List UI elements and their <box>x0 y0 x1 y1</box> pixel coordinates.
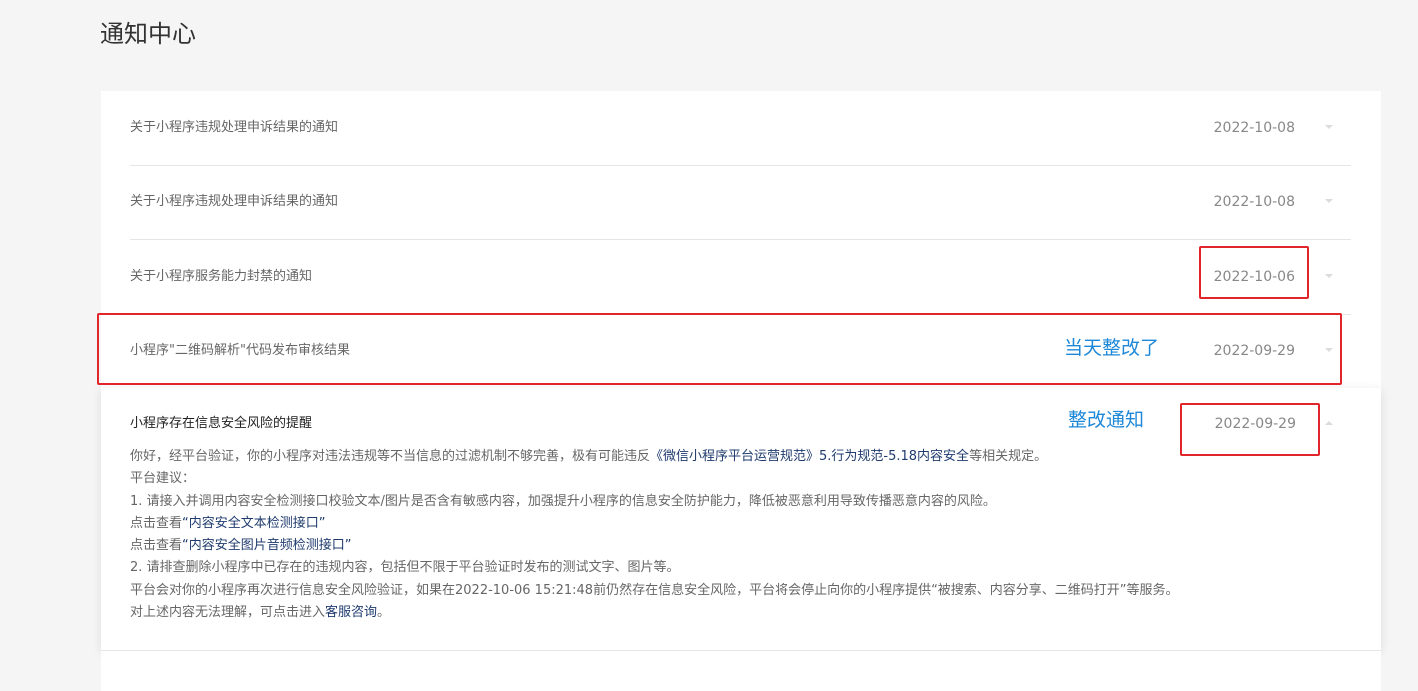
chevron-down-icon[interactable] <box>1325 125 1333 129</box>
image-audio-check-api-link[interactable]: “内容安全图片音频检测接口” <box>182 538 351 553</box>
text-check-api-link[interactable]: “内容安全文本检测接口” <box>182 516 325 531</box>
body-text: 你好，经平台验证，你的小程序对违法违规等不当信息的过滤机制不够完善，极有可能违反 <box>130 449 651 464</box>
chevron-down-icon[interactable] <box>1325 274 1333 278</box>
notice-title: 关于小程序违规处理申诉结果的通知 <box>130 120 339 135</box>
notice-title: 关于小程序违规处理申诉结果的通知 <box>130 194 339 209</box>
body-line: 对上述内容无法理解，可点击进入客服咨询。 <box>130 602 1360 624</box>
body-line: 2. 请排查删除小程序中已存在的违规内容，包括但不限于平台验证时发布的测试文字、… <box>130 560 680 576</box>
annotation-box-date <box>1199 246 1309 299</box>
annotation-box-date <box>1180 403 1320 456</box>
notice-title: 关于小程序服务能力封禁的通知 <box>130 269 313 284</box>
notice-row-1[interactable]: 关于小程序违规处理申诉结果的通知 2022-10-08 <box>130 91 1351 166</box>
body-line: 你好，经平台验证，你的小程序对违法违规等不当信息的过滤机制不够完善，极有可能违反… <box>130 446 1360 468</box>
body-text: 等相关规定。 <box>969 449 1048 464</box>
notice-date: 2022-10-08 <box>1213 194 1295 210</box>
notice-row-2[interactable]: 关于小程序违规处理申诉结果的通知 2022-10-08 <box>130 165 1351 240</box>
customer-service-link[interactable]: 客服咨询 <box>325 605 377 620</box>
chevron-down-icon[interactable] <box>1325 199 1333 203</box>
body-line: 点击查看“内容安全文本检测接口” <box>130 513 1360 535</box>
notice-body: 你好，经平台验证，你的小程序对违法违规等不当信息的过滤机制不够完善，极有可能违反… <box>130 446 1360 624</box>
annotation-note: 整改通知 <box>1068 409 1145 431</box>
page-title: 通知中心 <box>100 20 196 48</box>
notice-date: 2022-10-08 <box>1213 120 1295 136</box>
body-text: 。 <box>377 605 391 621</box>
body-line: 平台建议： <box>130 471 196 487</box>
body-text: 点击查看 <box>130 515 183 531</box>
body-line: 点击查看“内容安全图片音频检测接口” <box>130 535 1360 557</box>
notice-title: 小程序存在信息安全风险的提醒 <box>130 416 313 431</box>
notice-row-next[interactable] <box>101 650 1381 681</box>
annotation-note: 当天整改了 <box>1064 337 1160 359</box>
notice-row-3[interactable]: 关于小程序服务能力封禁的通知 2022-10-06 <box>130 240 1351 315</box>
chevron-up-icon[interactable] <box>1325 421 1333 425</box>
body-text: 对上述内容无法理解，可点击进入 <box>130 605 326 621</box>
body-text: 点击查看 <box>130 538 183 554</box>
regulation-link[interactable]: 《微信小程序平台运营规范》5.行为规范-5.18内容安全 <box>650 449 969 464</box>
body-line: 1. 请接入并调用内容安全检测接口校验文本/图片是否含有敏感内容，加强提升小程序… <box>130 493 996 509</box>
body-line: 平台会对你的小程序再次进行信息安全风险验证，如果在2022-10-06 15:2… <box>130 582 1179 598</box>
